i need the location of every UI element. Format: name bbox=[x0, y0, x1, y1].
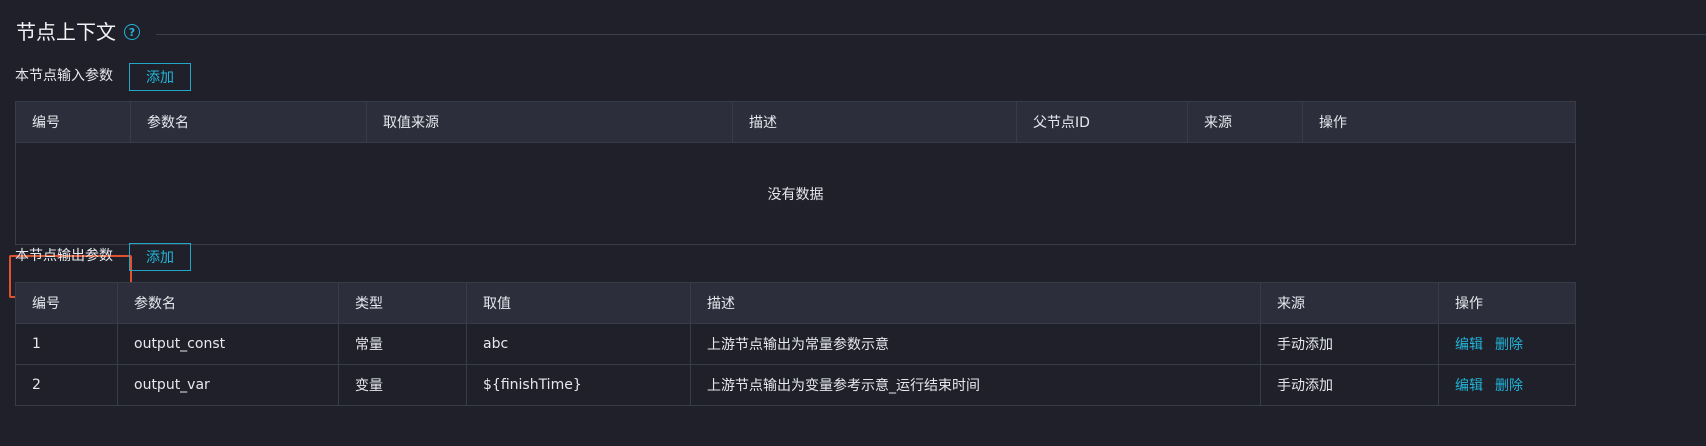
column-header: 描述 bbox=[732, 101, 1017, 143]
title-divider bbox=[156, 34, 1706, 35]
empty-state-text: 没有数据 bbox=[15, 142, 1576, 245]
cell-actions: 编辑 删除 bbox=[1438, 364, 1576, 406]
column-header: 描述 bbox=[690, 282, 1261, 324]
cell-id: 1 bbox=[15, 323, 118, 365]
input-params-table: 编号 参数名 取值来源 描述 父节点ID 来源 操作 没有数据 bbox=[15, 101, 1576, 245]
column-header: 编号 bbox=[15, 282, 118, 324]
input-params-label: 本节点输入参数 bbox=[15, 68, 113, 84]
table-header-row: 编号 参数名 取值来源 描述 父节点ID 来源 操作 bbox=[15, 101, 1576, 143]
cell-id: 2 bbox=[15, 364, 118, 406]
cell-actions: 编辑 删除 bbox=[1438, 323, 1576, 365]
edit-link[interactable]: 编辑 bbox=[1455, 337, 1483, 353]
input-add-button[interactable]: 添加 bbox=[129, 63, 191, 91]
output-params-table: 编号 参数名 类型 取值 描述 来源 操作 1 output_const 常量 … bbox=[15, 282, 1576, 406]
column-header: 参数名 bbox=[117, 282, 339, 324]
cell-name: output_const bbox=[117, 323, 339, 365]
column-header: 类型 bbox=[338, 282, 467, 324]
column-header: 操作 bbox=[1438, 282, 1576, 324]
column-header: 父节点ID bbox=[1016, 101, 1188, 143]
cell-source: 手动添加 bbox=[1260, 364, 1439, 406]
column-header: 编号 bbox=[15, 101, 131, 143]
column-header: 参数名 bbox=[130, 101, 367, 143]
output-add-button[interactable]: 添加 bbox=[129, 243, 191, 271]
column-header: 来源 bbox=[1187, 101, 1303, 143]
section-title: 节点上下文 bbox=[16, 20, 116, 44]
column-header: 取值来源 bbox=[366, 101, 733, 143]
help-icon[interactable]: ? bbox=[124, 24, 140, 40]
output-params-label: 本节点输出参数 bbox=[15, 248, 113, 264]
delete-link[interactable]: 删除 bbox=[1495, 337, 1523, 353]
column-header: 操作 bbox=[1302, 101, 1576, 143]
column-header: 来源 bbox=[1260, 282, 1439, 324]
table-header-row: 编号 参数名 类型 取值 描述 来源 操作 bbox=[15, 282, 1576, 324]
cell-value: ${finishTime} bbox=[466, 364, 691, 406]
cell-desc: 上游节点输出为常量参数示意 bbox=[690, 323, 1261, 365]
cell-value: abc bbox=[466, 323, 691, 365]
column-header: 取值 bbox=[466, 282, 691, 324]
cell-type: 变量 bbox=[338, 364, 467, 406]
cell-name: output_var bbox=[117, 364, 339, 406]
delete-link[interactable]: 删除 bbox=[1495, 378, 1523, 394]
table-row: 2 output_var 变量 ${finishTime} 上游节点输出为变量参… bbox=[15, 364, 1576, 406]
cell-desc: 上游节点输出为变量参考示意_运行结束时间 bbox=[690, 364, 1261, 406]
edit-link[interactable]: 编辑 bbox=[1455, 378, 1483, 394]
cell-type: 常量 bbox=[338, 323, 467, 365]
cell-source: 手动添加 bbox=[1260, 323, 1439, 365]
table-row: 1 output_const 常量 abc 上游节点输出为常量参数示意 手动添加… bbox=[15, 323, 1576, 365]
